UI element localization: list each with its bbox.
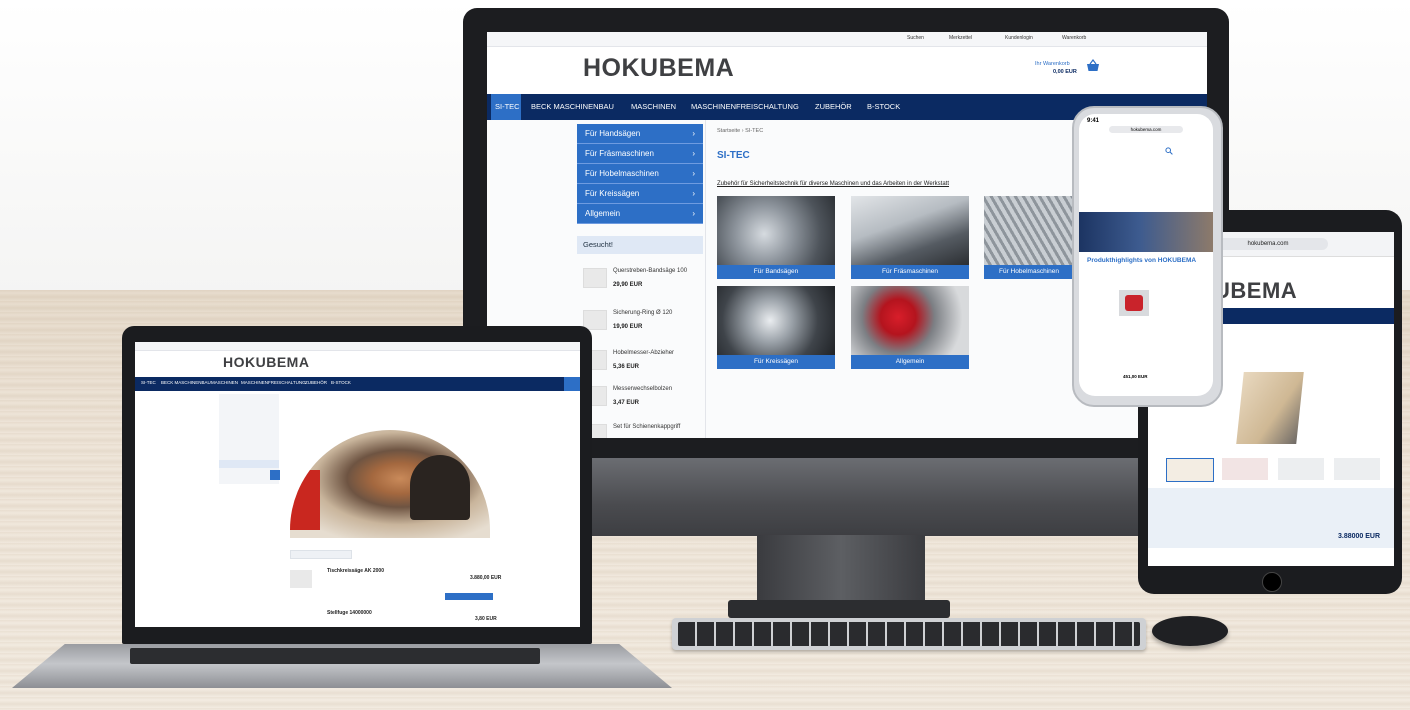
laptop-nav-item[interactable]: B-STOCK bbox=[331, 380, 351, 385]
sidebar-item-hobelmaschinen[interactable]: Für Hobelmaschinen › bbox=[577, 164, 703, 184]
laptop-logo[interactable]: HOKUBEMA bbox=[223, 354, 309, 370]
product-name: Set für Schienenkappgriff bbox=[613, 424, 681, 430]
tablet-logo[interactable]: UBEMA bbox=[1214, 278, 1297, 304]
tile-caption: Allgemein bbox=[851, 355, 969, 369]
phone-url-bar[interactable]: hokubema.com bbox=[1109, 126, 1183, 133]
tablet-thumbnail[interactable] bbox=[1278, 458, 1324, 480]
tile-image bbox=[717, 286, 835, 355]
laptop-nav-item[interactable]: ZUBEHÖR bbox=[305, 380, 327, 385]
laptop-add-to-cart-button[interactable] bbox=[445, 593, 493, 600]
breadcrumb-home[interactable]: Startseite bbox=[717, 128, 740, 134]
site-logo[interactable]: HOKUBEMA bbox=[583, 54, 734, 83]
mouse bbox=[1152, 616, 1228, 646]
laptop-screen: HOKUBEMA SI-TEC BECK MASCHINENBAU MASCHI… bbox=[135, 342, 580, 627]
imac-stand-foot bbox=[728, 600, 950, 618]
breadcrumb-current: SI-TEC bbox=[745, 128, 764, 134]
phone-screen: 9:41 hokubema.com Produkthighlights von … bbox=[1079, 114, 1213, 396]
sidebar-item-fraesmaschinen[interactable]: Für Fräsmaschinen › bbox=[577, 144, 703, 164]
page-title: SI-TEC bbox=[717, 150, 750, 161]
phone-hero-banner bbox=[1079, 212, 1213, 252]
laptop-product-name[interactable]: Stellfuge 14000000 bbox=[327, 610, 372, 616]
tile-caption: Für Fräsmaschinen bbox=[851, 265, 969, 279]
desktop-topbar: Suchen Merkzettel Kundenlogin Warenkorb bbox=[487, 32, 1207, 47]
sidebar-heading: Gesucht! bbox=[577, 236, 703, 254]
product-name: Sicherung-Ring Ø 120 bbox=[613, 310, 673, 316]
category-tile-kreissaegen[interactable]: Für Kreissägen bbox=[717, 286, 835, 369]
tablet-product-image bbox=[1236, 372, 1304, 444]
keyboard bbox=[672, 618, 1146, 650]
nav-item-beck[interactable]: BECK MASCHINENBAU bbox=[531, 102, 614, 111]
laptop-sort-select[interactable] bbox=[290, 550, 352, 559]
tablet-url-bar[interactable]: hokubema.com bbox=[1208, 238, 1328, 250]
laptop-nav-item[interactable]: MASCHINENFREISCHALTUNG bbox=[241, 380, 306, 385]
tablet-thumbnail[interactable] bbox=[1222, 458, 1268, 480]
tile-image bbox=[851, 196, 969, 265]
category-tile-bandsaegen[interactable]: Für Bandsägen bbox=[717, 196, 835, 279]
cart-label: Ihr Warenkorb bbox=[1035, 61, 1070, 67]
nav-item-bstock[interactable]: B-STOCK bbox=[867, 102, 900, 111]
tile-image bbox=[717, 196, 835, 265]
topbar-login-link[interactable]: Kundenlogin bbox=[1005, 35, 1033, 41]
nav-item-sitec[interactable]: SI-TEC bbox=[495, 102, 520, 111]
tile-caption: Für Hobelmaschinen bbox=[984, 265, 1074, 279]
tablet-home-button[interactable] bbox=[1262, 572, 1282, 592]
imac-stand bbox=[757, 535, 925, 605]
nav-item-maschinen[interactable]: MASCHINEN bbox=[631, 102, 676, 111]
laptop-main-nav: SI-TEC BECK MASCHINENBAU MASCHINEN MASCH… bbox=[135, 377, 580, 391]
category-tile-hobelmaschinen[interactable]: Für Hobelmaschinen bbox=[984, 196, 1074, 279]
topbar-search-link[interactable]: Suchen bbox=[907, 35, 924, 41]
laptop-nav-item[interactable]: SI-TEC bbox=[141, 380, 156, 385]
nav-item-freischaltung[interactable]: MASCHINENFREISCHALTUNG bbox=[691, 102, 799, 111]
tablet-price: 3.88000 EUR bbox=[1338, 533, 1381, 540]
breadcrumb: Startseite › SI-TEC bbox=[717, 128, 764, 134]
topbar-cart-link[interactable]: Warenkorb bbox=[1062, 35, 1086, 41]
product-price: 19,90 EUR bbox=[613, 324, 643, 330]
category-intro: Zubehör für Sicherheitstechnik für diver… bbox=[717, 181, 950, 187]
sidebar-item-kreissaegen[interactable]: Für Kreissägen › bbox=[577, 184, 703, 204]
basket-icon[interactable] bbox=[1085, 58, 1101, 79]
product-thumbnail bbox=[583, 268, 607, 288]
cart-amount: 0,00 EUR bbox=[1053, 69, 1077, 75]
laptop-nav-item[interactable]: MASCHINEN bbox=[211, 380, 238, 385]
nav-item-zubehoer[interactable]: ZUBEHÖR bbox=[815, 102, 852, 111]
product-price: 29,90 EUR bbox=[613, 282, 643, 288]
tablet-thumbnail[interactable] bbox=[1166, 458, 1214, 482]
product-name: Querstreben-Bandsäge 100 bbox=[613, 268, 688, 274]
search-icon[interactable] bbox=[1165, 142, 1173, 160]
laptop-keyboard bbox=[130, 648, 540, 664]
product-price: 3,47 EUR bbox=[613, 400, 640, 406]
tablet-thumbnail[interactable] bbox=[1334, 458, 1380, 480]
category-tile-fraesmaschinen[interactable]: Für Fräsmaschinen bbox=[851, 196, 969, 279]
category-tile-allgemein[interactable]: Allgemein bbox=[851, 286, 969, 369]
phone-status-time: 9:41 bbox=[1087, 118, 1100, 124]
sidebar-item-handsaegen[interactable]: Für Handsägen › bbox=[577, 124, 703, 144]
tile-caption: Für Bandsägen bbox=[717, 265, 835, 279]
phone-product-price: 451,00 EUR bbox=[1123, 374, 1148, 379]
laptop-nav-item[interactable]: BECK MASCHINENBAU bbox=[161, 380, 211, 385]
laptop-search-button[interactable] bbox=[270, 470, 280, 480]
topbar-wishlist-link[interactable]: Merkzettel bbox=[949, 35, 972, 41]
laptop-product-price: 3,80 EUR bbox=[475, 616, 497, 622]
tile-caption: Für Kreissägen bbox=[717, 355, 835, 369]
sidebar-item-allgemein[interactable]: Allgemein › bbox=[577, 204, 703, 224]
phone-product-image[interactable] bbox=[1119, 290, 1149, 316]
tablet-thumbnail-strip bbox=[1166, 458, 1380, 482]
product-price: 5,36 EUR bbox=[613, 364, 640, 370]
laptop-product-name[interactable]: Tischkreissäge AK 2000 bbox=[327, 568, 384, 574]
tile-image bbox=[984, 196, 1074, 265]
laptop-hero-image bbox=[290, 430, 490, 538]
laptop-product-price: 3.880,00 EUR bbox=[470, 575, 502, 581]
product-name: Messerwechselbolzen bbox=[613, 386, 673, 392]
phone-section-title: Produkthighlights von HOKUBEMA bbox=[1087, 257, 1197, 264]
tile-image bbox=[851, 286, 969, 355]
product-name: Hobelmesser-Abzieher bbox=[613, 350, 675, 356]
